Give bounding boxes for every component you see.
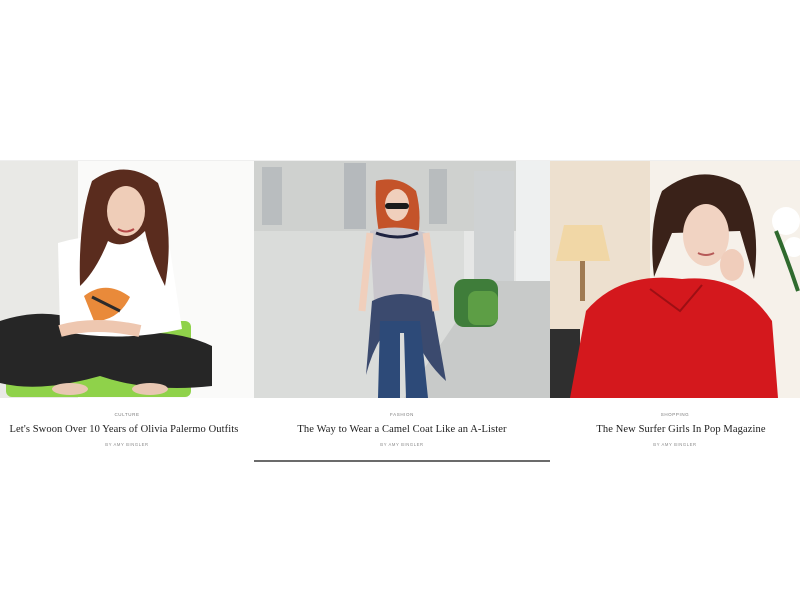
article-title[interactable]: Let's Swoon Over 10 Years of Olivia Pale… xyxy=(0,424,254,435)
article-byline[interactable]: By Amy Bingler xyxy=(254,442,550,447)
article-card[interactable]: Culture Let's Swoon Over 10 Years of Oli… xyxy=(0,160,254,461)
article-card-strip: Culture Let's Swoon Over 10 Years of Oli… xyxy=(0,160,800,462)
article-image[interactable] xyxy=(0,161,254,398)
article-card[interactable]: Shopping The New Surfer Girls In Pop Mag… xyxy=(550,160,800,461)
article-byline[interactable]: By Amy Bingler xyxy=(0,442,254,447)
article-image[interactable] xyxy=(550,161,800,398)
article-image[interactable] xyxy=(254,161,550,398)
article-meta: Culture Let's Swoon Over 10 Years of Oli… xyxy=(0,398,254,461)
article-title[interactable]: The New Surfer Girls In Pop Magazine xyxy=(562,424,800,435)
article-title[interactable]: The Way to Wear a Camel Coat Like an A-L… xyxy=(254,424,550,435)
article-byline[interactable]: By Amy Bingler xyxy=(550,442,800,447)
article-meta: Shopping The New Surfer Girls In Pop Mag… xyxy=(550,398,800,461)
article-category[interactable]: Fashion xyxy=(254,412,550,417)
article-category[interactable]: Shopping xyxy=(550,412,800,417)
article-category[interactable]: Culture xyxy=(0,412,254,417)
article-card-active[interactable]: Fashion The Way to Wear a Camel Coat Lik… xyxy=(254,160,550,462)
article-meta: Fashion The Way to Wear a Camel Coat Lik… xyxy=(254,398,550,460)
